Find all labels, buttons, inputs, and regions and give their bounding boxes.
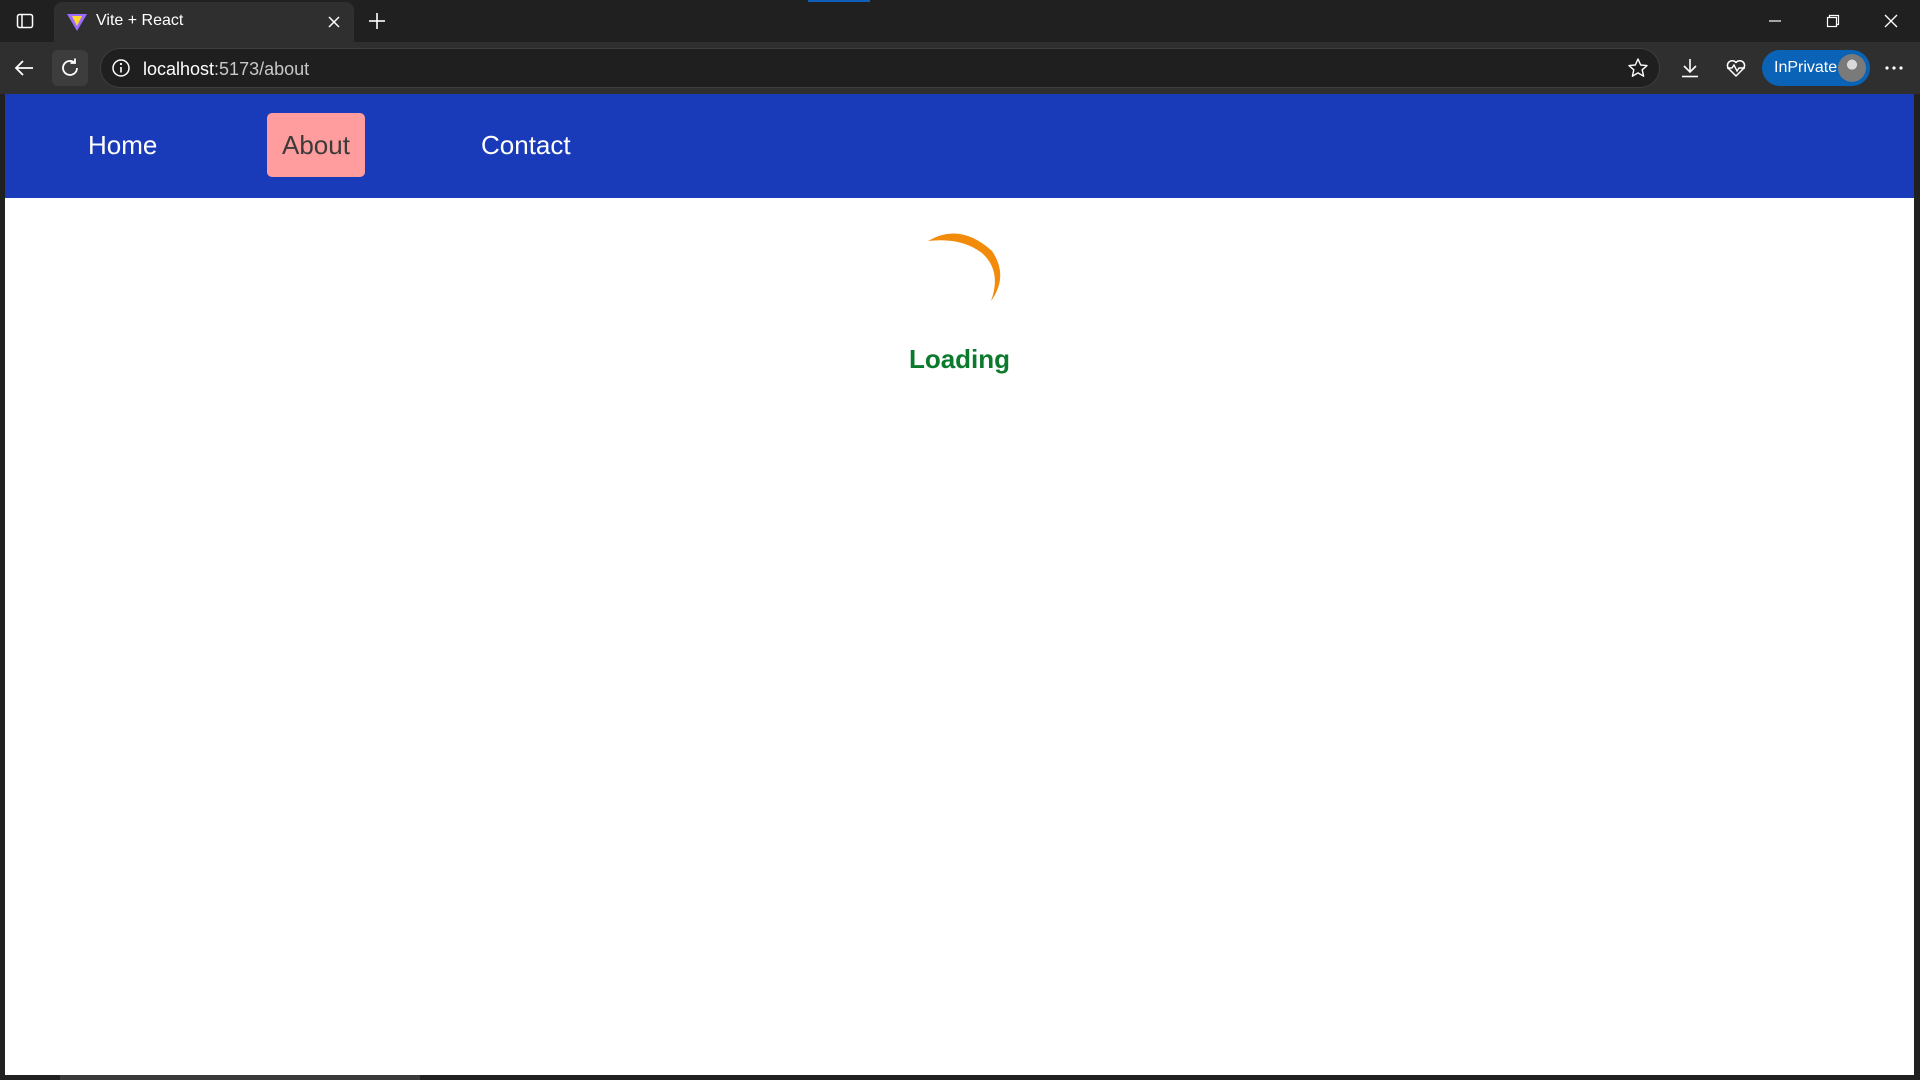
browser-toolbar: localhost:5173/about InPrivate (0, 42, 1920, 94)
vite-logo-icon (67, 14, 87, 31)
loading-text: Loading (908, 344, 1011, 374)
nav-link-home[interactable]: Home (73, 113, 172, 177)
star-icon[interactable] (1627, 57, 1649, 79)
tab-actions-icon (16, 13, 34, 29)
site-navbar: Home About Contact (5, 94, 1914, 198)
inprivate-profile-button[interactable]: InPrivate (1762, 50, 1870, 86)
nav-link-contact[interactable]: Contact (466, 113, 586, 177)
minimize-button[interactable] (1746, 0, 1804, 42)
url-host: localhost (143, 59, 215, 79)
new-tab-button[interactable] (362, 6, 392, 36)
inprivate-label: InPrivate (1774, 59, 1838, 76)
avatar (1838, 54, 1866, 82)
page-viewport: Home About Contact Loading (5, 94, 1914, 1075)
address-bar[interactable]: localhost:5173/about (100, 48, 1660, 88)
download-icon (1682, 59, 1698, 78)
downloads-button[interactable] (1672, 50, 1708, 86)
nav-link-about[interactable]: About (267, 113, 365, 177)
browser-title-bar: Vite + React (0, 0, 1920, 42)
plus-icon (369, 13, 385, 29)
restore-icon (1826, 14, 1840, 28)
more-button[interactable] (1876, 50, 1912, 86)
title-bar-accent (808, 0, 870, 2)
reload-icon (62, 58, 78, 76)
minimize-icon (1769, 20, 1781, 22)
tab-actions-button[interactable] (8, 6, 42, 36)
more-icon (1885, 66, 1903, 70)
browser-tab[interactable]: Vite + React (54, 2, 354, 42)
close-window-button[interactable] (1862, 0, 1920, 42)
tab-close-button[interactable] (322, 10, 346, 34)
tab-title: Vite + React (96, 12, 184, 29)
close-window-icon (1884, 14, 1898, 28)
url-text[interactable]: localhost:5173/about (143, 59, 309, 80)
back-button[interactable] (6, 50, 42, 86)
heartbeat-icon (1726, 60, 1746, 77)
info-icon[interactable] (111, 58, 131, 78)
url-path: :5173/about (214, 59, 310, 79)
performance-button[interactable] (1718, 50, 1754, 86)
spinner-icon (928, 233, 1001, 301)
restore-button[interactable] (1804, 0, 1862, 42)
close-icon (328, 16, 340, 28)
taskbar-edge (60, 1075, 420, 1080)
back-arrow-icon (14, 60, 33, 76)
reload-button[interactable] (52, 50, 88, 86)
